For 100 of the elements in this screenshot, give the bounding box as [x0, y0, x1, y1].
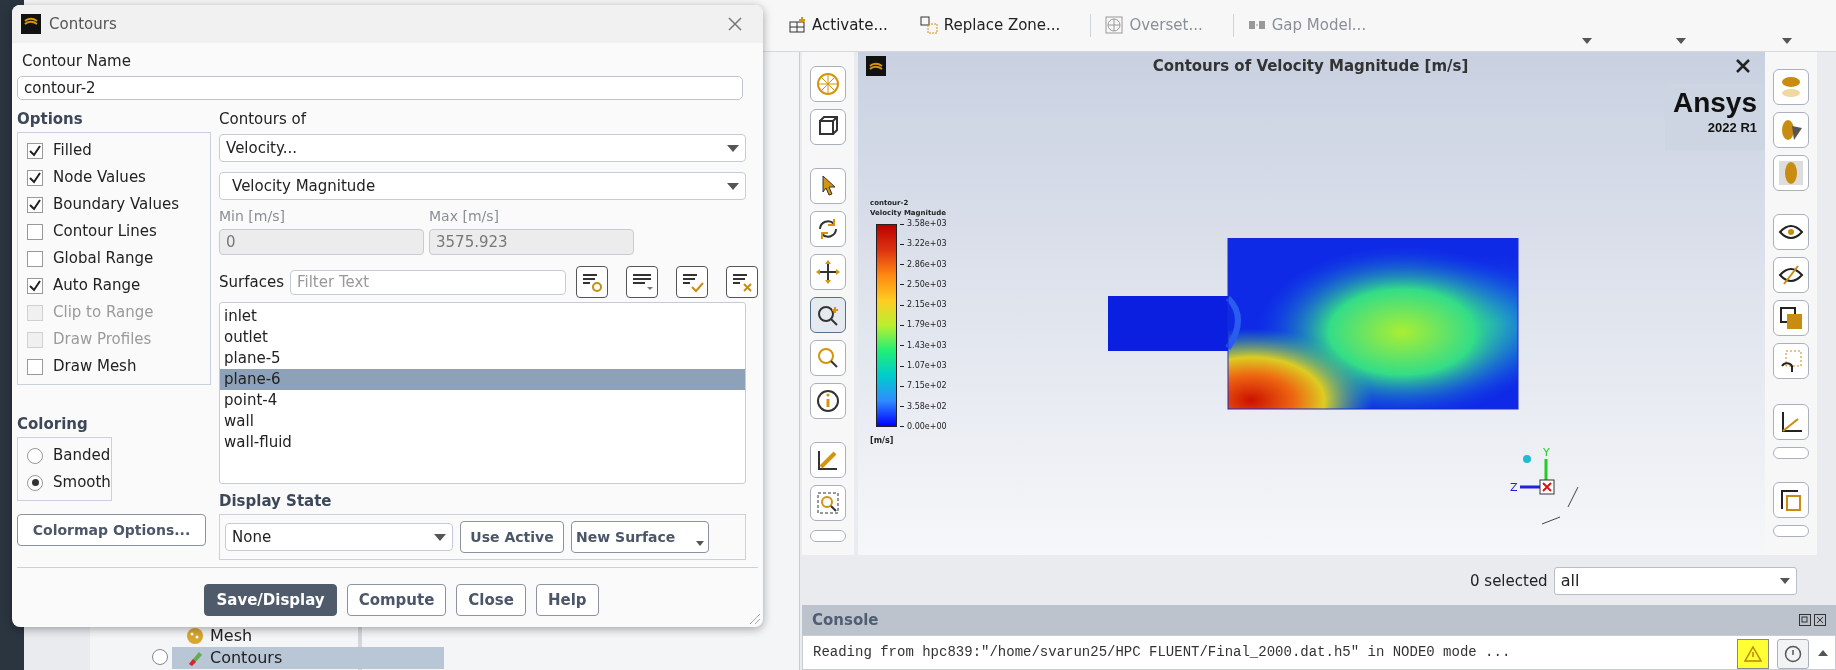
expand-icon[interactable] [152, 649, 168, 665]
colorbar-label: 2.50e+03 [907, 278, 947, 291]
axes-button[interactable] [1773, 404, 1809, 440]
section-heading: Options [17, 110, 84, 128]
list-item[interactable]: plane-5 [220, 348, 746, 369]
new-surface-button[interactable]: New Surface [571, 521, 710, 553]
window-button[interactable] [1773, 482, 1809, 518]
field-label: Max [m/s] [429, 207, 500, 225]
checkbox-row[interactable]: Global Range [27, 245, 210, 272]
close-icon [1735, 58, 1751, 74]
tree-item[interactable]: Mesh [172, 625, 444, 647]
check-icon [29, 144, 41, 157]
checkbox[interactable] [27, 250, 43, 267]
list-item[interactable]: outlet [220, 327, 746, 348]
list-item[interactable]: plane-6 [220, 369, 746, 390]
list-clear-button[interactable] [726, 266, 758, 298]
checkbox-row[interactable]: Node Values [27, 164, 210, 191]
dropdown-caret-icon[interactable] [1582, 38, 1592, 44]
eye-slash-button[interactable] [1773, 257, 1809, 293]
float-icon[interactable] [1799, 614, 1811, 626]
undo-view-button[interactable] [1773, 343, 1809, 379]
resize-grip-icon[interactable] [749, 613, 761, 625]
close-icon [726, 15, 744, 33]
eye-button[interactable] [1773, 214, 1809, 250]
ellipse-button[interactable] [1773, 155, 1809, 191]
colorbar-label: 3.58e+03 [907, 218, 947, 230]
check-icon [29, 279, 41, 292]
checkbox-row[interactable]: Draw Mesh [27, 353, 210, 380]
pointer-button[interactable] [810, 168, 846, 204]
filter-field[interactable]: Filter Text [290, 269, 566, 295]
warning-icon [1744, 646, 1762, 662]
ribbon-button[interactable]: Activate... [812, 14, 888, 37]
radio-button[interactable] [27, 474, 43, 491]
zoom-fit-icon [815, 490, 841, 516]
dropdown-caret-icon[interactable] [1782, 38, 1792, 44]
ribbon-button[interactable]: Replace Zone... [943, 14, 1061, 37]
disc-button[interactable] [1773, 69, 1809, 105]
close-icon[interactable] [1814, 614, 1826, 626]
dropdown-caret-icon [434, 533, 447, 541]
info-button[interactable] [810, 383, 846, 419]
move-button[interactable] [810, 254, 846, 290]
graphics-title: Contours of Velocity Magnitude [m/s] [1152, 55, 1469, 77]
dropdown-caret-icon[interactable] [1676, 38, 1686, 44]
use-active-button[interactable]: Use Active [460, 521, 565, 553]
checkbox[interactable] [27, 142, 43, 159]
component-dropdown[interactable]: Velocity Magnitude [219, 172, 747, 200]
layers-button[interactable] [1773, 300, 1809, 336]
name-field[interactable]: contour-2 [17, 76, 743, 100]
search-button[interactable] [810, 340, 846, 376]
colormap-options-button[interactable]: Colormap Options... [17, 514, 206, 546]
checkbox[interactable] [27, 196, 43, 213]
dialog-button[interactable]: Save/Display [204, 584, 337, 616]
notice-button[interactable] [1777, 639, 1809, 669]
variable-dropdown[interactable]: Velocity... [219, 134, 747, 162]
cube-button[interactable] [810, 109, 846, 145]
rotate-button[interactable] [810, 211, 846, 247]
check-icon [29, 171, 41, 184]
checkbox-row[interactable]: Auto Range [27, 272, 210, 299]
checkbox-row[interactable]: Filled [27, 137, 210, 164]
dialog-button[interactable]: Compute [346, 584, 447, 616]
list-dropdown-button[interactable] [626, 266, 658, 298]
list-item[interactable]: point-4 [220, 390, 746, 411]
ruler-button[interactable] [810, 442, 846, 478]
sphere-mesh-button[interactable] [810, 66, 846, 102]
check-icon [29, 198, 41, 211]
colorbar-label: 1.07e+03 [907, 360, 947, 373]
console-title: Console [812, 609, 879, 631]
list-item[interactable]: inlet [220, 306, 746, 327]
checkbox[interactable] [27, 223, 43, 240]
colorbar-label: 1.79e+03 [907, 319, 947, 332]
zoom-in-button[interactable] [810, 297, 846, 333]
field-label: Contours of [219, 110, 308, 128]
dropdown-caret-icon [696, 541, 705, 546]
colorbar-label: 2.86e+03 [907, 258, 947, 271]
dropdown-caret-icon [727, 144, 740, 152]
list-item[interactable]: wall [220, 411, 746, 432]
checkbox[interactable] [27, 358, 43, 375]
scroll-up-icon[interactable] [1818, 650, 1828, 656]
dialog-title: Contours [49, 13, 118, 35]
zoom-fit-button[interactable] [810, 485, 846, 521]
checkbox-row[interactable]: Contour Lines [27, 218, 210, 245]
filter-circle-button[interactable] [576, 266, 608, 298]
radio-button[interactable] [27, 447, 43, 464]
close-button[interactable] [1735, 58, 1751, 74]
dialog-button[interactable]: Help [535, 584, 599, 616]
colorbar-label: 1.43e+03 [907, 339, 947, 352]
checkbox[interactable] [27, 169, 43, 186]
console-line: Reading from hpc839:"/home/svarun25/HPC FLUENT/Final_2000.dat.h5" in NODE0 mode ... [813, 643, 1511, 662]
list-check-button[interactable] [676, 266, 708, 298]
radio-row[interactable]: Banded [27, 442, 111, 469]
display-state-dropdown[interactable]: None [225, 523, 454, 551]
warning-button[interactable] [1737, 639, 1769, 669]
checkbox-row[interactable]: Boundary Values [27, 191, 210, 218]
filter-dropdown[interactable]: all [1553, 567, 1797, 595]
tree-item[interactable]: Contours [172, 647, 444, 669]
checkbox[interactable] [27, 277, 43, 294]
dialog-button[interactable]: Close [456, 584, 526, 616]
radio-row[interactable]: Smooth [27, 469, 111, 496]
windows-icon [1778, 487, 1804, 513]
list-item[interactable]: wall-fluid [220, 432, 746, 453]
